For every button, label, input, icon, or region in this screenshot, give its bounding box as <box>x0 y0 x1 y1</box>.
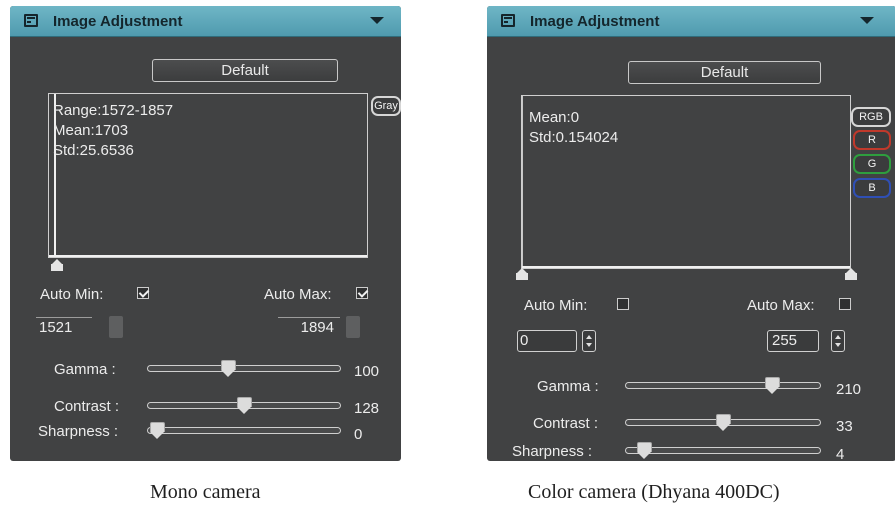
min-value-field[interactable]: 1521 <box>36 317 92 339</box>
contrast-label: Contrast : <box>54 398 120 415</box>
contrast-slider-thumb[interactable] <box>237 397 252 414</box>
contrast-slider-thumb[interactable] <box>716 414 731 431</box>
auto-max-label: Auto Max: <box>747 297 815 314</box>
histogram-baseline <box>49 255 367 257</box>
sharpness-slider-thumb[interactable] <box>150 422 165 439</box>
channel-button-g[interactable]: G <box>853 154 891 174</box>
gamma-label: Gamma : <box>537 378 599 395</box>
gamma-value: 210 <box>836 381 862 398</box>
sharpness-value: 0 <box>354 426 363 443</box>
image-icon <box>501 14 515 27</box>
auto-min-label: Auto Min: <box>524 297 588 314</box>
contrast-value: 128 <box>354 400 380 417</box>
channel-button-r[interactable]: R <box>853 130 891 150</box>
max-value-field[interactable]: 1894 <box>278 317 340 339</box>
sharpness-label: Sharpness : <box>38 423 119 440</box>
max-value-input[interactable]: 255 <box>767 330 819 352</box>
default-button[interactable]: Default <box>152 59 338 82</box>
channel-button-b[interactable]: B <box>853 178 891 198</box>
sharpness-value: 4 <box>836 446 845 461</box>
channel-button-rgb[interactable]: RGB <box>851 107 891 127</box>
histogram-baseline <box>522 266 850 268</box>
auto-max-checkbox[interactable] <box>839 298 851 310</box>
image-adjustment-panel-color: Image Adjustment Default Mean:0 Std:0.15… <box>487 6 895 461</box>
default-button[interactable]: Default <box>628 61 821 84</box>
min-range-handle[interactable] <box>51 259 63 271</box>
panel-title: Image Adjustment <box>530 13 660 30</box>
caption-mono: Mono camera <box>150 481 261 503</box>
sharpness-label: Sharpness : <box>512 443 593 460</box>
sharpness-slider-thumb[interactable] <box>637 442 652 459</box>
auto-max-checkbox[interactable] <box>356 287 368 299</box>
histogram-range: Range:1572-1857 <box>53 102 174 119</box>
panel-header[interactable]: Image Adjustment <box>10 6 401 37</box>
collapse-arrow-icon[interactable] <box>370 17 384 24</box>
min-value-spinner[interactable] <box>582 330 596 352</box>
channel-button-gray[interactable]: Gray <box>371 96 401 116</box>
caption-color: Color camera (Dhyana 400DC) <box>528 481 780 503</box>
gamma-slider-track[interactable] <box>147 365 341 372</box>
histogram-std: Std:0.154024 <box>529 129 619 146</box>
panel-header[interactable]: Image Adjustment <box>487 6 895 37</box>
sharpness-slider-track[interactable] <box>147 427 341 434</box>
gamma-slider-thumb[interactable] <box>765 377 780 394</box>
auto-max-label: Auto Max: <box>264 286 332 303</box>
contrast-value: 33 <box>836 418 853 435</box>
image-adjustment-panel-mono: Image Adjustment Default Range:1572-1857… <box>10 6 401 461</box>
gamma-value: 100 <box>354 363 380 380</box>
histogram[interactable]: Mean:0 Std:0.154024 <box>521 95 851 269</box>
histogram-mean: Mean:0 <box>529 109 580 126</box>
min-spinner-disabled <box>109 316 123 338</box>
auto-min-checkbox[interactable] <box>137 287 149 299</box>
contrast-label: Contrast : <box>533 415 599 432</box>
max-value-spinner[interactable] <box>831 330 845 352</box>
histogram-std: Std:25.6536 <box>53 142 134 159</box>
panel-title: Image Adjustment <box>53 13 183 30</box>
min-value-input[interactable]: 0 <box>517 330 577 352</box>
histogram[interactable]: Range:1572-1857 Mean:1703 Std:25.6536 <box>48 93 368 258</box>
gamma-slider-thumb[interactable] <box>221 360 236 377</box>
sharpness-slider-track[interactable] <box>625 447 821 454</box>
gamma-slider-track[interactable] <box>625 382 821 389</box>
auto-min-label: Auto Min: <box>40 286 104 303</box>
auto-min-checkbox[interactable] <box>617 298 629 310</box>
image-icon <box>24 14 38 27</box>
collapse-arrow-icon[interactable] <box>860 17 874 24</box>
min-range-handle[interactable] <box>516 268 528 280</box>
max-range-handle[interactable] <box>845 268 857 280</box>
histogram-left-edge <box>522 96 523 268</box>
histogram-mean: Mean:1703 <box>53 122 129 139</box>
max-spinner-disabled <box>346 316 360 338</box>
gamma-label: Gamma : <box>54 361 116 378</box>
